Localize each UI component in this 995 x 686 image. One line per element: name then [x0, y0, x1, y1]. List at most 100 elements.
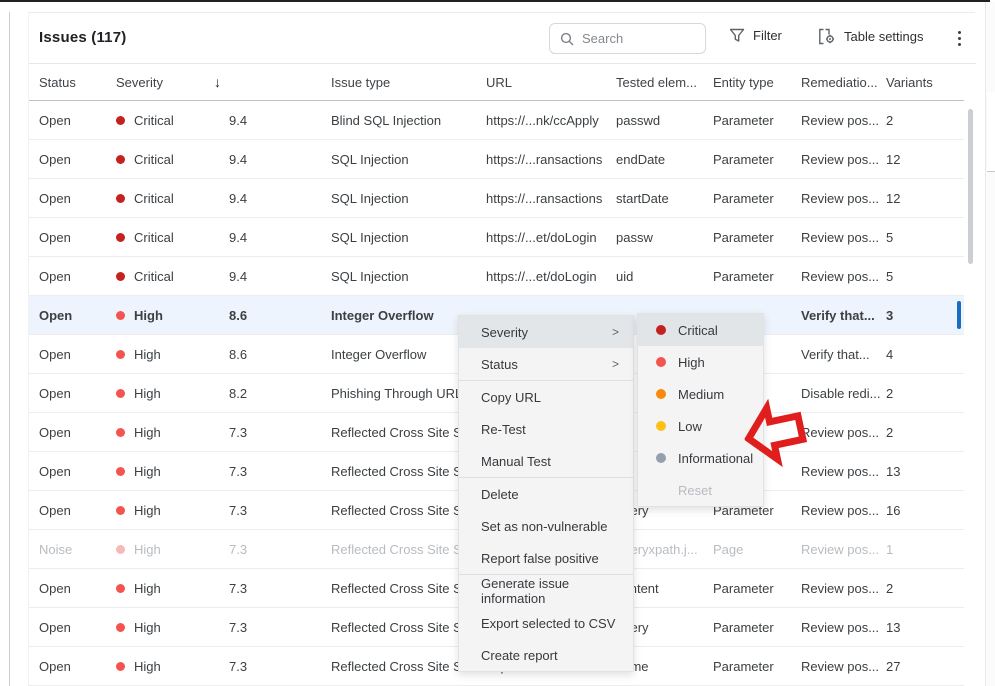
column-header-remediation[interactable]: Remediatio... — [801, 75, 886, 90]
severity-cell: Critical — [116, 191, 229, 206]
severity-cell: High — [116, 347, 229, 362]
remediation-cell: Review pos... — [801, 152, 886, 167]
menu-item-generate-issue-information[interactable]: Generate issue information — [459, 575, 633, 607]
severity-dot-icon — [116, 428, 125, 437]
table-settings-icon — [818, 28, 836, 45]
severity-cell: Critical — [116, 113, 229, 128]
top-border — [0, 0, 990, 2]
severity-label: High — [134, 659, 161, 674]
remediation-cell: Verify that... — [801, 347, 886, 362]
column-header-entity-type[interactable]: Entity type — [713, 75, 801, 90]
menu-item-set-as-non-vulnerable[interactable]: Set as non-vulnerable — [459, 510, 633, 542]
severity-label: High — [134, 503, 161, 518]
column-header-status[interactable]: Status — [39, 75, 116, 90]
table-scrollbar-thumb[interactable] — [968, 109, 973, 264]
remediation-cell: Review pos... — [801, 620, 886, 635]
submenu-item-label: Informational — [678, 451, 753, 466]
severity-dot-icon — [116, 350, 125, 359]
status-cell: Open — [39, 308, 116, 323]
sort-desc-icon[interactable]: ↓ — [214, 74, 221, 90]
tested-element-cell: passwd — [616, 113, 713, 128]
filter-icon — [729, 28, 745, 43]
menu-item-delete[interactable]: Delete — [459, 478, 633, 510]
submenu-item-high[interactable]: High — [638, 346, 763, 378]
table-settings-button[interactable]: Table settings — [818, 28, 924, 45]
entity-type-cell: Parameter — [713, 152, 801, 167]
menu-item-copy-url[interactable]: Copy URL — [459, 381, 633, 413]
table-settings-label: Table settings — [844, 29, 924, 44]
severity-cell: High — [116, 542, 229, 557]
browser-scrollbar[interactable] — [985, 2, 995, 686]
severity-label: High — [134, 386, 161, 401]
variants-cell: 5 — [886, 269, 946, 284]
variants-cell: 13 — [886, 464, 946, 479]
severity-cell: High — [116, 308, 229, 323]
menu-item-status[interactable]: Status> — [459, 348, 633, 380]
search-placeholder: Search — [582, 31, 623, 46]
severity-dot-icon — [116, 389, 125, 398]
url-cell: https://...ransactions — [486, 152, 616, 167]
url-cell: https://...nk/ccApply — [486, 113, 616, 128]
status-cell: Open — [39, 503, 116, 518]
filter-button[interactable]: Filter — [729, 28, 782, 43]
score-cell: 8.6 — [229, 347, 331, 362]
status-cell: Open — [39, 659, 116, 674]
status-cell: Open — [39, 152, 116, 167]
severity-dot-icon — [656, 325, 666, 335]
menu-item-label: Delete — [481, 487, 519, 502]
severity-dot-icon — [116, 194, 125, 203]
menu-item-label: Copy URL — [481, 390, 541, 405]
remediation-cell: Verify that... — [801, 308, 886, 323]
more-options-button[interactable] — [950, 25, 968, 51]
menu-item-create-report[interactable]: Create report — [459, 639, 633, 671]
menu-item-manual-test[interactable]: Manual Test — [459, 445, 633, 477]
variants-cell: 27 — [886, 659, 946, 674]
score-cell: 9.4 — [229, 269, 331, 284]
entity-type-cell: Parameter — [713, 113, 801, 128]
column-header-variants[interactable]: Variants — [886, 75, 946, 90]
severity-dot-icon — [116, 155, 125, 164]
severity-label: Critical — [134, 269, 174, 284]
column-header-severity[interactable]: Severity ↓ — [116, 74, 229, 90]
menu-item-re-test[interactable]: Re-Test — [459, 413, 633, 445]
submenu-item-critical[interactable]: Critical — [638, 314, 763, 346]
filter-label: Filter — [753, 28, 782, 43]
issue-row[interactable]: OpenCritical9.4SQL Injectionhttps://...e… — [29, 218, 964, 257]
score-cell: 9.4 — [229, 230, 331, 245]
severity-dot-icon — [116, 662, 125, 671]
tested-element-cell: endDate — [616, 152, 713, 167]
status-cell: Noise — [39, 542, 116, 557]
column-header-issue-type[interactable]: Issue type — [331, 75, 486, 90]
remediation-cell: Review pos... — [801, 464, 886, 479]
remediation-cell: Review pos... — [801, 191, 886, 206]
tested-element-cell: startDate — [616, 191, 713, 206]
menu-item-severity[interactable]: Severity> — [459, 316, 633, 348]
issue-row[interactable]: OpenCritical9.4Blind SQL Injectionhttps:… — [29, 101, 964, 140]
severity-label: Critical — [134, 191, 174, 206]
browser-scrollbar-thumb[interactable] — [987, 92, 995, 172]
severity-dot-icon — [656, 389, 666, 399]
submenu-item-label: Medium — [678, 387, 724, 402]
entity-type-cell: Parameter — [713, 620, 801, 635]
menu-item-export-selected-to-csv[interactable]: Export selected to CSV — [459, 607, 633, 639]
severity-label: High — [134, 308, 163, 323]
remediation-cell: Review pos... — [801, 503, 886, 518]
search-icon — [560, 32, 574, 46]
issue-type-cell: SQL Injection — [331, 152, 486, 167]
column-header-tested-element[interactable]: Tested elem... — [616, 75, 713, 90]
search-input[interactable]: Search — [549, 23, 706, 54]
column-header-url[interactable]: URL — [486, 75, 616, 90]
score-cell: 7.3 — [229, 659, 331, 674]
menu-item-label: Severity — [481, 325, 528, 340]
issue-row[interactable]: OpenCritical9.4SQL Injectionhttps://...r… — [29, 140, 964, 179]
severity-label: High — [134, 620, 161, 635]
severity-dot-icon — [116, 272, 125, 281]
variants-cell: 2 — [886, 386, 946, 401]
submenu-item-informational[interactable]: Informational — [638, 442, 763, 474]
remediation-cell: Review pos... — [801, 542, 886, 557]
issue-row[interactable]: OpenCritical9.4SQL Injectionhttps://...e… — [29, 257, 964, 296]
issues-page: Issues (117) Search Filter — [0, 0, 995, 686]
menu-item-report-false-positive[interactable]: Report false positive — [459, 542, 633, 574]
issue-row[interactable]: OpenCritical9.4SQL Injectionhttps://...r… — [29, 179, 964, 218]
severity-dot-icon — [116, 233, 125, 242]
